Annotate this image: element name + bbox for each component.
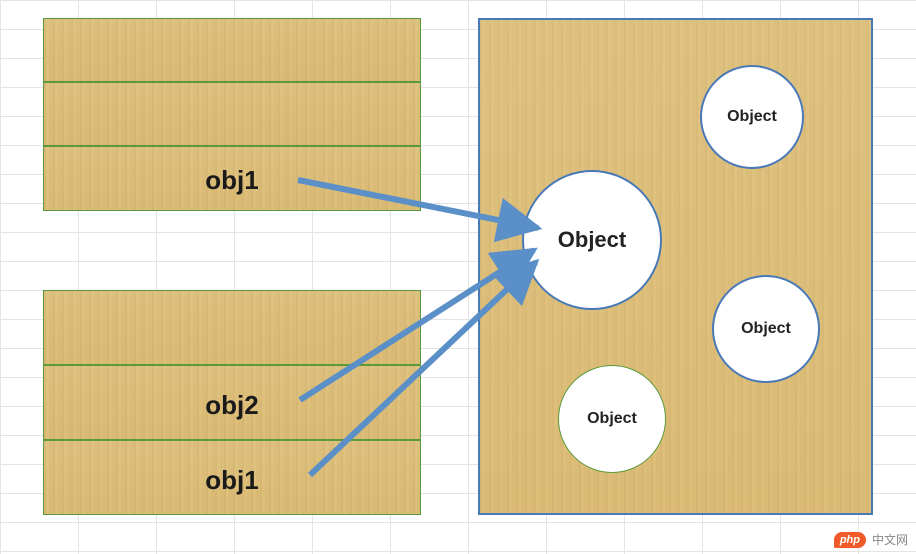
logo-badge: php — [834, 532, 866, 548]
stack-top-row-1 — [43, 18, 421, 82]
stack-cell-label: obj1 — [44, 165, 420, 196]
site-logo: php 中文网 — [834, 531, 908, 548]
logo-text: 中文网 — [872, 531, 908, 548]
heap-object-label: Object — [587, 410, 637, 428]
heap-object-label: Object — [741, 320, 791, 338]
stack-cell-label: obj2 — [44, 390, 420, 421]
heap-object-main: Object — [522, 170, 662, 310]
stack-bottom-row-3: obj1 — [43, 440, 421, 515]
heap-object-bottom: Object — [558, 365, 666, 473]
stack-top-row-2 — [43, 82, 421, 146]
heap-object-top-right: Object — [700, 65, 804, 169]
stack-bottom-row-2: obj2 — [43, 365, 421, 440]
stack-cell-label: obj1 — [44, 465, 420, 496]
heap-object-right: Object — [712, 275, 820, 383]
stack-bottom-row-1 — [43, 290, 421, 365]
heap-object-label: Object — [727, 108, 777, 126]
stack-top-row-3: obj1 — [43, 146, 421, 211]
heap-object-label: Object — [558, 227, 626, 253]
